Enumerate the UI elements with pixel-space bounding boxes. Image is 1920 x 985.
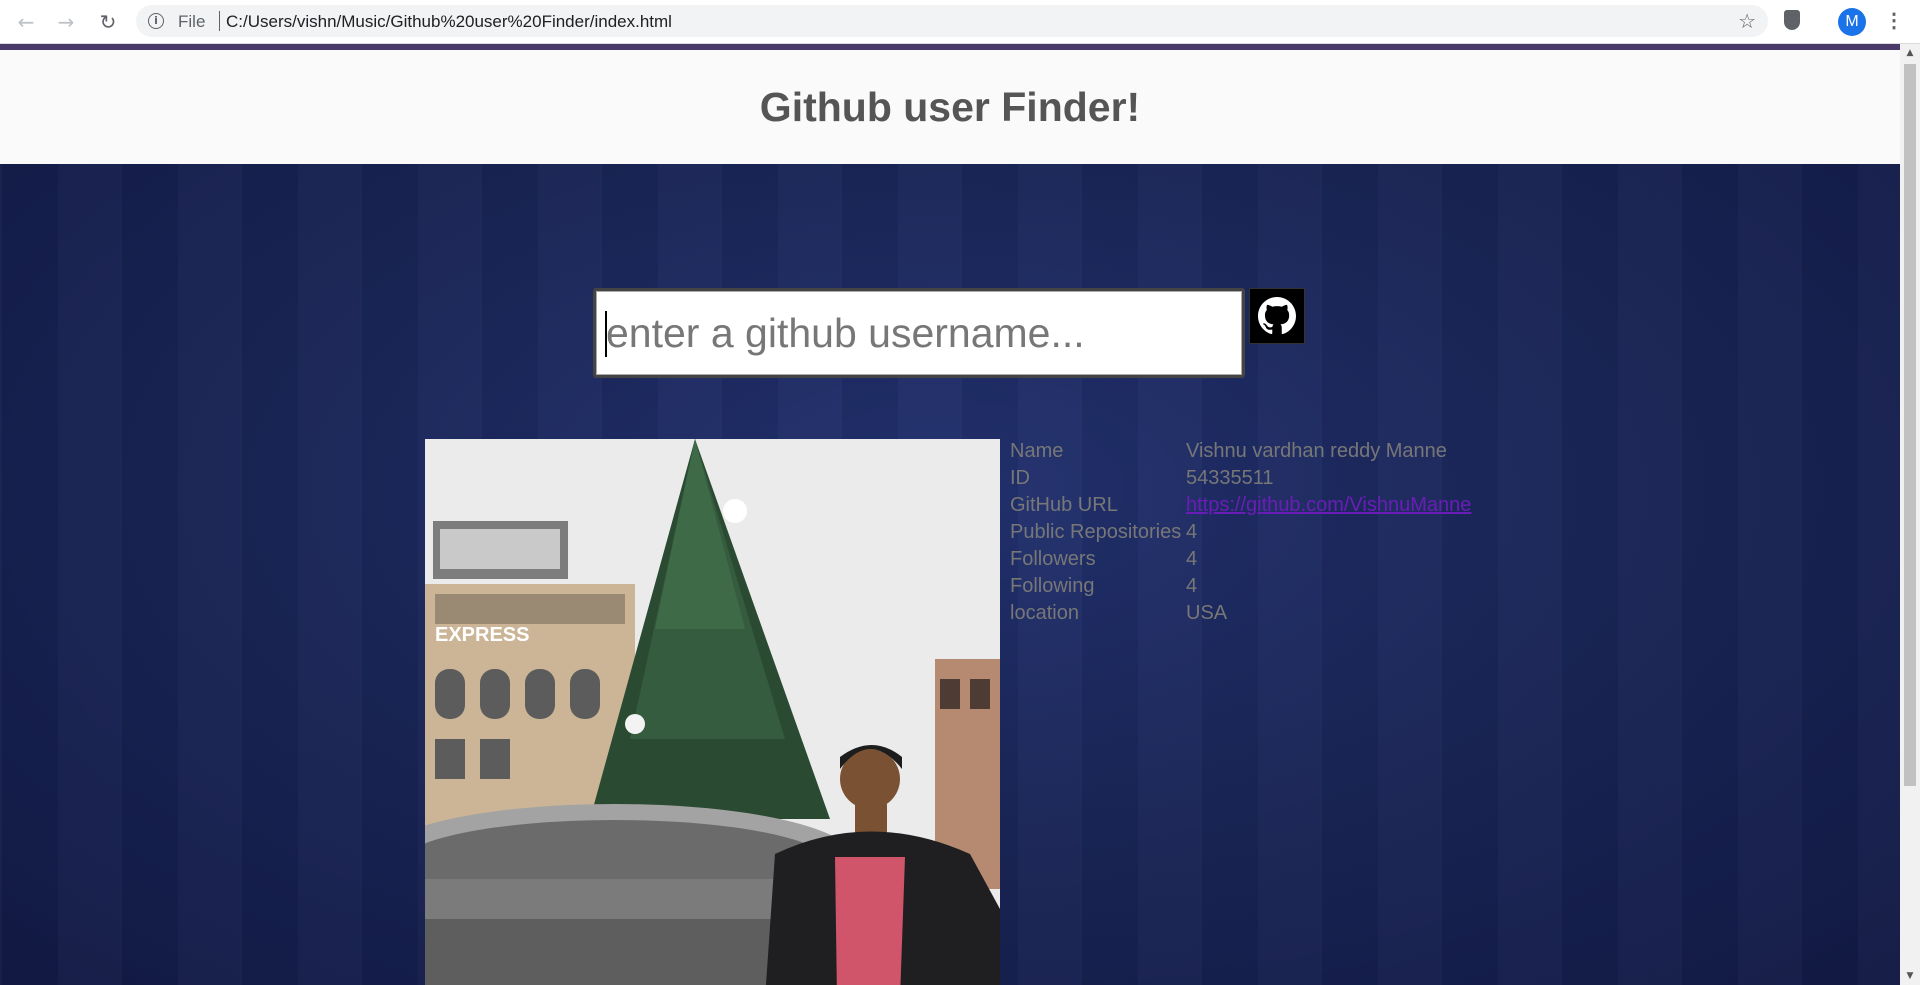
page-header: Github user Finder! xyxy=(0,50,1900,164)
following-count: 4 xyxy=(1186,575,1198,597)
address-bar[interactable]: i File C:/Users/vishn/Music/Github%20use… xyxy=(136,5,1768,37)
main-content: EXPRESS xyxy=(0,164,1900,985)
followers-count: 4 xyxy=(1186,548,1198,570)
reload-icon: ↻ xyxy=(99,10,117,34)
detail-label: Name xyxy=(1010,440,1064,462)
arrow-right-icon: → xyxy=(57,10,75,34)
storefront-sign: EXPRESS xyxy=(435,624,529,646)
detail-label: Public Repositories xyxy=(1010,521,1182,543)
public-repos-count: 4 xyxy=(1186,521,1198,543)
detail-row-location: location USA xyxy=(1010,602,1471,629)
search-input[interactable] xyxy=(602,297,1236,369)
user-id: 54335511 xyxy=(1186,467,1274,489)
search-box xyxy=(593,288,1245,378)
vertical-scrollbar[interactable]: ▲ ▼ xyxy=(1900,44,1920,985)
detail-row-repos: Public Repositories 4 xyxy=(1010,521,1471,548)
detail-label: ID xyxy=(1010,467,1030,489)
detail-row-following: Following 4 xyxy=(1010,575,1471,602)
reload-button[interactable]: ↻ xyxy=(94,8,122,36)
detail-label: Following xyxy=(1010,575,1095,597)
photo-illustration: EXPRESS xyxy=(425,439,1000,985)
github-icon xyxy=(1258,297,1296,335)
github-url-link[interactable]: https://github.com/VishnuManne xyxy=(1186,494,1471,521)
url-scheme: File xyxy=(178,12,206,31)
page-viewport: Github user Finder! EXPRESS xyxy=(0,44,1900,985)
scroll-down-arrow-icon[interactable]: ▼ xyxy=(1900,967,1920,985)
shield-extension-icon[interactable] xyxy=(1784,10,1800,30)
text-caret xyxy=(605,311,607,357)
user-location: USA xyxy=(1186,602,1228,624)
detail-row-followers: Followers 4 xyxy=(1010,548,1471,575)
scroll-up-arrow-icon[interactable]: ▲ xyxy=(1900,44,1920,62)
detail-row-name: Name Vishnu vardhan reddy Manne xyxy=(1010,440,1471,467)
page-title: Github user Finder! xyxy=(759,83,1141,130)
profile-avatar[interactable]: M xyxy=(1838,8,1866,36)
user-name: Vishnu vardhan reddy Manne xyxy=(1186,440,1447,462)
url-text[interactable]: C:/Users/vishn/Music/Github%20user%20Fin… xyxy=(226,12,672,32)
detail-label: Followers xyxy=(1010,548,1096,570)
url-separator xyxy=(219,11,220,31)
detail-label: location xyxy=(1010,602,1079,624)
user-details: Name Vishnu vardhan reddy Manne ID 54335… xyxy=(1010,440,1471,629)
info-icon[interactable]: i xyxy=(148,13,164,29)
user-avatar-photo: EXPRESS xyxy=(425,439,1000,985)
browser-toolbar: ← → ↻ i File C:/Users/vishn/Music/Github… xyxy=(0,0,1920,44)
forward-button[interactable]: → xyxy=(52,8,80,36)
kebab-menu-icon[interactable]: ⋮ xyxy=(1884,8,1904,36)
detail-row-url: GitHub URL https://github.com/VishnuMann… xyxy=(1010,494,1471,521)
detail-label: GitHub URL xyxy=(1010,494,1118,516)
scroll-thumb[interactable] xyxy=(1904,64,1916,786)
detail-row-id: ID 54335511 xyxy=(1010,467,1471,494)
arrow-left-icon: ← xyxy=(17,10,35,34)
back-button[interactable]: ← xyxy=(12,8,40,36)
bookmark-star-icon[interactable]: ☆ xyxy=(1738,9,1756,33)
search-button[interactable] xyxy=(1249,288,1305,344)
